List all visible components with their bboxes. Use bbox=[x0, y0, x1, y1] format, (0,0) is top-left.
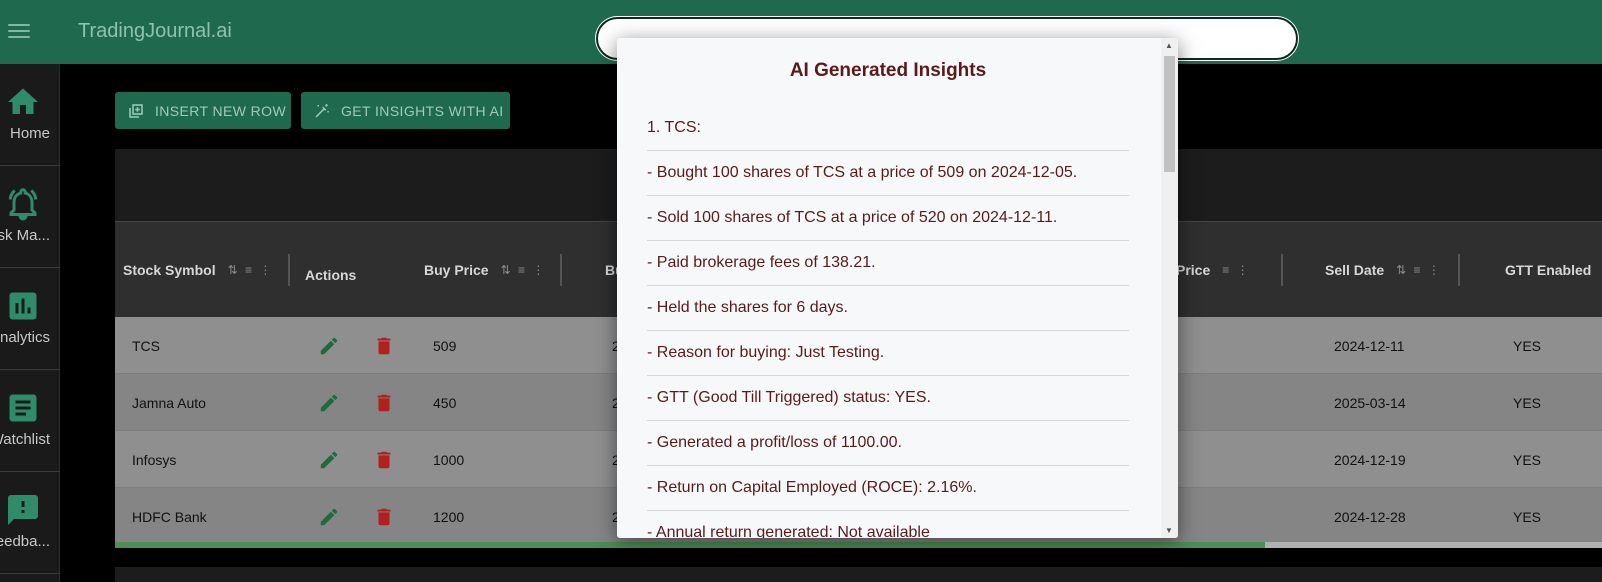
menu-icon[interactable] bbox=[8, 20, 30, 42]
column-divider[interactable] bbox=[1281, 254, 1283, 286]
column-title: Price bbox=[1176, 261, 1211, 278]
column-header-buy-price[interactable]: Buy Price ⇅ ≡ ⋮ bbox=[424, 222, 546, 317]
insight-line: - Paid brokerage fees of 138.21. bbox=[647, 241, 1129, 286]
column-divider[interactable] bbox=[288, 254, 290, 286]
scroll-up-arrow-icon[interactable]: ▲ bbox=[1165, 41, 1173, 50]
cell-buy-price: 1200 bbox=[433, 508, 465, 525]
column-menu-icon[interactable]: ⇅ ≡ ⋮ bbox=[228, 263, 274, 277]
column-divider[interactable] bbox=[560, 254, 562, 286]
insert-row-button[interactable]: INSERT NEW ROW bbox=[115, 92, 291, 129]
dialog-title: AI Generated Insights bbox=[789, 60, 987, 81]
sidebar-item-home[interactable]: Home bbox=[0, 64, 60, 166]
cell-sell-date: 2025-03-14 bbox=[1334, 394, 1406, 411]
get-insights-button[interactable]: GET INSIGHTS WITH AI bbox=[301, 92, 510, 129]
column-header-actions[interactable]: Actions bbox=[305, 227, 356, 322]
article-icon bbox=[9, 394, 37, 422]
scrollbar-thumb[interactable] bbox=[1164, 56, 1175, 172]
column-header-gtt-enabled[interactable]: GTT Enabled bbox=[1505, 222, 1591, 317]
delete-icon[interactable] bbox=[373, 506, 395, 528]
grid-footer bbox=[115, 567, 1602, 582]
feedback-icon bbox=[8, 495, 38, 525]
edit-icon[interactable] bbox=[318, 392, 340, 414]
column-header-sell-price[interactable]: Price ≡ ⋮ bbox=[1176, 222, 1251, 317]
home-icon bbox=[8, 88, 38, 114]
cell-sell-date: 2024-12-11 bbox=[1334, 337, 1405, 354]
cell-symbol: TCS bbox=[132, 337, 160, 354]
insight-line: - Annual return generated: Not available bbox=[647, 511, 1129, 538]
sidebar-item-label: Analytics bbox=[0, 329, 50, 346]
add-to-list-icon bbox=[129, 103, 143, 118]
cell-gtt: YES bbox=[1513, 508, 1542, 525]
cell-buy-price: 509 bbox=[433, 337, 457, 354]
column-menu-icon[interactable]: ≡ ⋮ bbox=[1222, 263, 1250, 277]
insight-line: - GTT (Good Till Triggered) status: YES. bbox=[647, 376, 1129, 421]
dialog-scrollbar[interactable]: ▲ ▼ bbox=[1161, 38, 1178, 538]
scrollbar-thumb[interactable] bbox=[115, 542, 1265, 548]
sidebar-item-analytics[interactable]: Analytics bbox=[0, 268, 60, 370]
sidebar-item-feedback[interactable]: Feedba... bbox=[0, 472, 60, 574]
column-header-stock-symbol[interactable]: Stock Symbol ⇅ ≡ ⋮ bbox=[123, 222, 273, 317]
horizontal-scrollbar[interactable] bbox=[115, 542, 1602, 548]
cell-gtt: YES bbox=[1513, 451, 1542, 468]
cell-buy-price: 450 bbox=[433, 394, 457, 411]
cell-symbol: Infosys bbox=[132, 451, 177, 468]
cell-gtt: YES bbox=[1513, 394, 1542, 411]
sidebar-item-label: Watchlist bbox=[0, 431, 50, 448]
edit-icon[interactable] bbox=[318, 449, 340, 471]
insight-line: - Return on Capital Employed (ROCE): 2.1… bbox=[647, 466, 1129, 511]
column-header-sell-date[interactable]: Sell Date ⇅ ≡ ⋮ bbox=[1325, 222, 1442, 317]
sidebar-item-watchlist[interactable]: Watchlist bbox=[0, 370, 60, 472]
column-menu-icon[interactable]: ⇅ ≡ ⋮ bbox=[501, 263, 547, 277]
sidebar-item-label: Feedba... bbox=[0, 533, 50, 550]
sidebar: Home Risk Ma... Analytics Watchlist Feed… bbox=[0, 64, 60, 582]
scroll-down-arrow-icon[interactable]: ▼ bbox=[1165, 526, 1173, 535]
edit-icon[interactable] bbox=[318, 335, 340, 357]
column-title: Buy Price bbox=[424, 261, 489, 278]
column-title: GTT Enabled bbox=[1505, 261, 1592, 278]
cell-gtt: YES bbox=[1513, 337, 1542, 354]
cell-sell-date: 2024-12-19 bbox=[1334, 451, 1406, 468]
insight-line: - Reason for buying: Just Testing. bbox=[647, 331, 1129, 376]
cell-symbol: HDFC Bank bbox=[132, 508, 207, 525]
insert-row-label: INSERT NEW ROW bbox=[155, 102, 287, 119]
column-title: Stock Symbol bbox=[123, 261, 216, 278]
insight-line: - Bought 100 shares of TCS at a price of… bbox=[647, 151, 1129, 196]
insight-line: - Sold 100 shares of TCS at a price of 5… bbox=[647, 196, 1129, 241]
column-title: Actions bbox=[305, 266, 357, 283]
chart-icon bbox=[9, 292, 37, 320]
brand-title: TradingJournal.ai bbox=[78, 20, 232, 42]
edit-icon[interactable] bbox=[318, 506, 340, 528]
cell-sell-date: 2024-12-28 bbox=[1334, 508, 1406, 525]
column-title: Sell Date bbox=[1325, 261, 1385, 278]
sidebar-item-label: Risk Ma... bbox=[0, 227, 50, 244]
ai-insights-dialog: AI Generated Insights 1. TCS: - Bought 1… bbox=[617, 38, 1178, 538]
get-insights-label: GET INSIGHTS WITH AI bbox=[341, 102, 504, 119]
delete-icon[interactable] bbox=[373, 335, 395, 357]
insight-line: - Held the shares for 6 days. bbox=[647, 286, 1129, 331]
column-menu-icon[interactable]: ⇅ ≡ ⋮ bbox=[1396, 263, 1442, 277]
delete-icon[interactable] bbox=[373, 449, 395, 471]
delete-icon[interactable] bbox=[373, 392, 395, 414]
cell-symbol: Jamna Auto bbox=[132, 394, 206, 411]
insight-line: - Generated a profit/loss of 1100.00. bbox=[647, 421, 1129, 466]
column-divider[interactable] bbox=[1458, 254, 1460, 286]
sidebar-item-risk[interactable]: Risk Ma... bbox=[0, 166, 60, 268]
sidebar-item-label: Home bbox=[9, 125, 50, 142]
insight-line: 1. TCS: bbox=[647, 106, 1129, 151]
magic-wand-icon bbox=[315, 103, 329, 118]
cell-buy-price: 1000 bbox=[433, 451, 465, 468]
alarm-icon bbox=[8, 188, 38, 221]
